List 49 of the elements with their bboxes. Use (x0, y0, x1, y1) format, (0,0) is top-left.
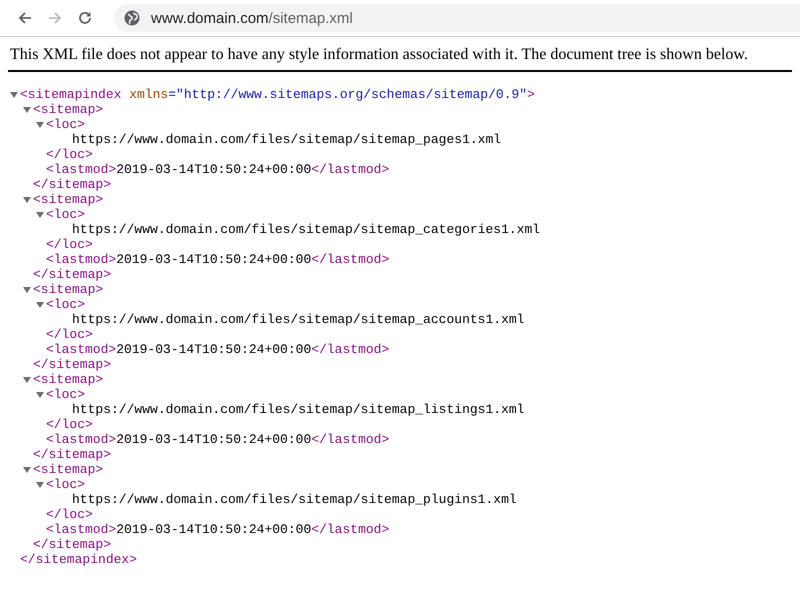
xml-line: <sitemapindex xmlns="http://www.sitemaps.org/schemas/sitemap/0.9"> (20, 87, 535, 102)
right-arrow-icon (47, 10, 63, 26)
expand-toggle-icon[interactable] (23, 196, 31, 204)
xml-line: </sitemap> (33, 267, 112, 282)
xml-line: https://www.domain.com/files/sitemap/sitemap_categories1.xml (72, 222, 540, 237)
expand-toggle-icon[interactable] (10, 90, 18, 98)
xml-line: <loc> (46, 297, 86, 312)
xml-line: </loc> (46, 507, 93, 522)
xml-line: </loc> (46, 237, 93, 252)
expand-toggle-icon[interactable] (36, 210, 44, 218)
reload-icon (77, 10, 93, 26)
xml-line: </loc> (46, 327, 93, 342)
expand-toggle-icon[interactable] (23, 106, 31, 114)
expand-toggle-icon[interactable] (36, 120, 44, 128)
xml-line: </sitemapindex> (20, 552, 138, 567)
expand-toggle-icon[interactable] (36, 480, 44, 488)
expand-toggle-icon[interactable] (36, 390, 44, 398)
xml-line: https://www.domain.com/files/sitemap/sitemap_pages1.xml (72, 132, 502, 147)
expand-toggle-icon[interactable] (23, 376, 31, 384)
left-arrow-icon (17, 10, 33, 26)
xml-line: <sitemap> (33, 372, 104, 387)
xml-line: <lastmod>2019-03-14T10:50:24+00:00</lastmod> (46, 432, 390, 447)
expand-toggle-icon[interactable] (23, 286, 31, 294)
xml-line: <loc> (46, 477, 86, 492)
xml-line: </sitemap> (33, 537, 112, 552)
xml-line: <lastmod>2019-03-14T10:50:24+00:00</lastmod> (46, 162, 390, 177)
url-text: www.domain.com/sitemap.xml (151, 10, 353, 26)
xml-line: <lastmod>2019-03-14T10:50:24+00:00</lastmod> (46, 522, 390, 537)
xml-line: https://www.domain.com/files/sitemap/sitemap_listings1.xml (72, 402, 524, 417)
xml-line: <loc> (46, 207, 86, 222)
notice-text: This XML file does not appear to have any style information associated with it. The document tree is shown below. (10, 46, 749, 64)
xml-line: </sitemap> (33, 177, 112, 192)
xml-line: <lastmod>2019-03-14T10:50:24+00:00</lastmod> (46, 252, 390, 267)
xml-line: <sitemap> (33, 102, 104, 117)
address-bar[interactable]: www.domain.com/sitemap.xml (114, 4, 800, 32)
xml-line: </sitemap> (33, 447, 112, 462)
xml-line: <sitemap> (33, 192, 104, 207)
xml-line: https://www.domain.com/files/sitemap/sitemap_plugins1.xml (72, 492, 517, 507)
xml-line: <sitemap> (33, 282, 104, 297)
expand-toggle-icon[interactable] (36, 300, 44, 308)
xml-line: <sitemap> (33, 462, 104, 477)
xml-line: https://www.domain.com/files/sitemap/sitemap_accounts1.xml (72, 312, 524, 327)
xml-line: <loc> (46, 117, 86, 132)
xml-line: </loc> (46, 417, 93, 432)
xml-line: </loc> (46, 147, 93, 162)
xml-line: </sitemap> (33, 357, 112, 372)
xml-line: <lastmod>2019-03-14T10:50:24+00:00</lastmod> (46, 342, 390, 357)
xml-line: <loc> (46, 387, 86, 402)
expand-toggle-icon[interactable] (23, 466, 31, 474)
